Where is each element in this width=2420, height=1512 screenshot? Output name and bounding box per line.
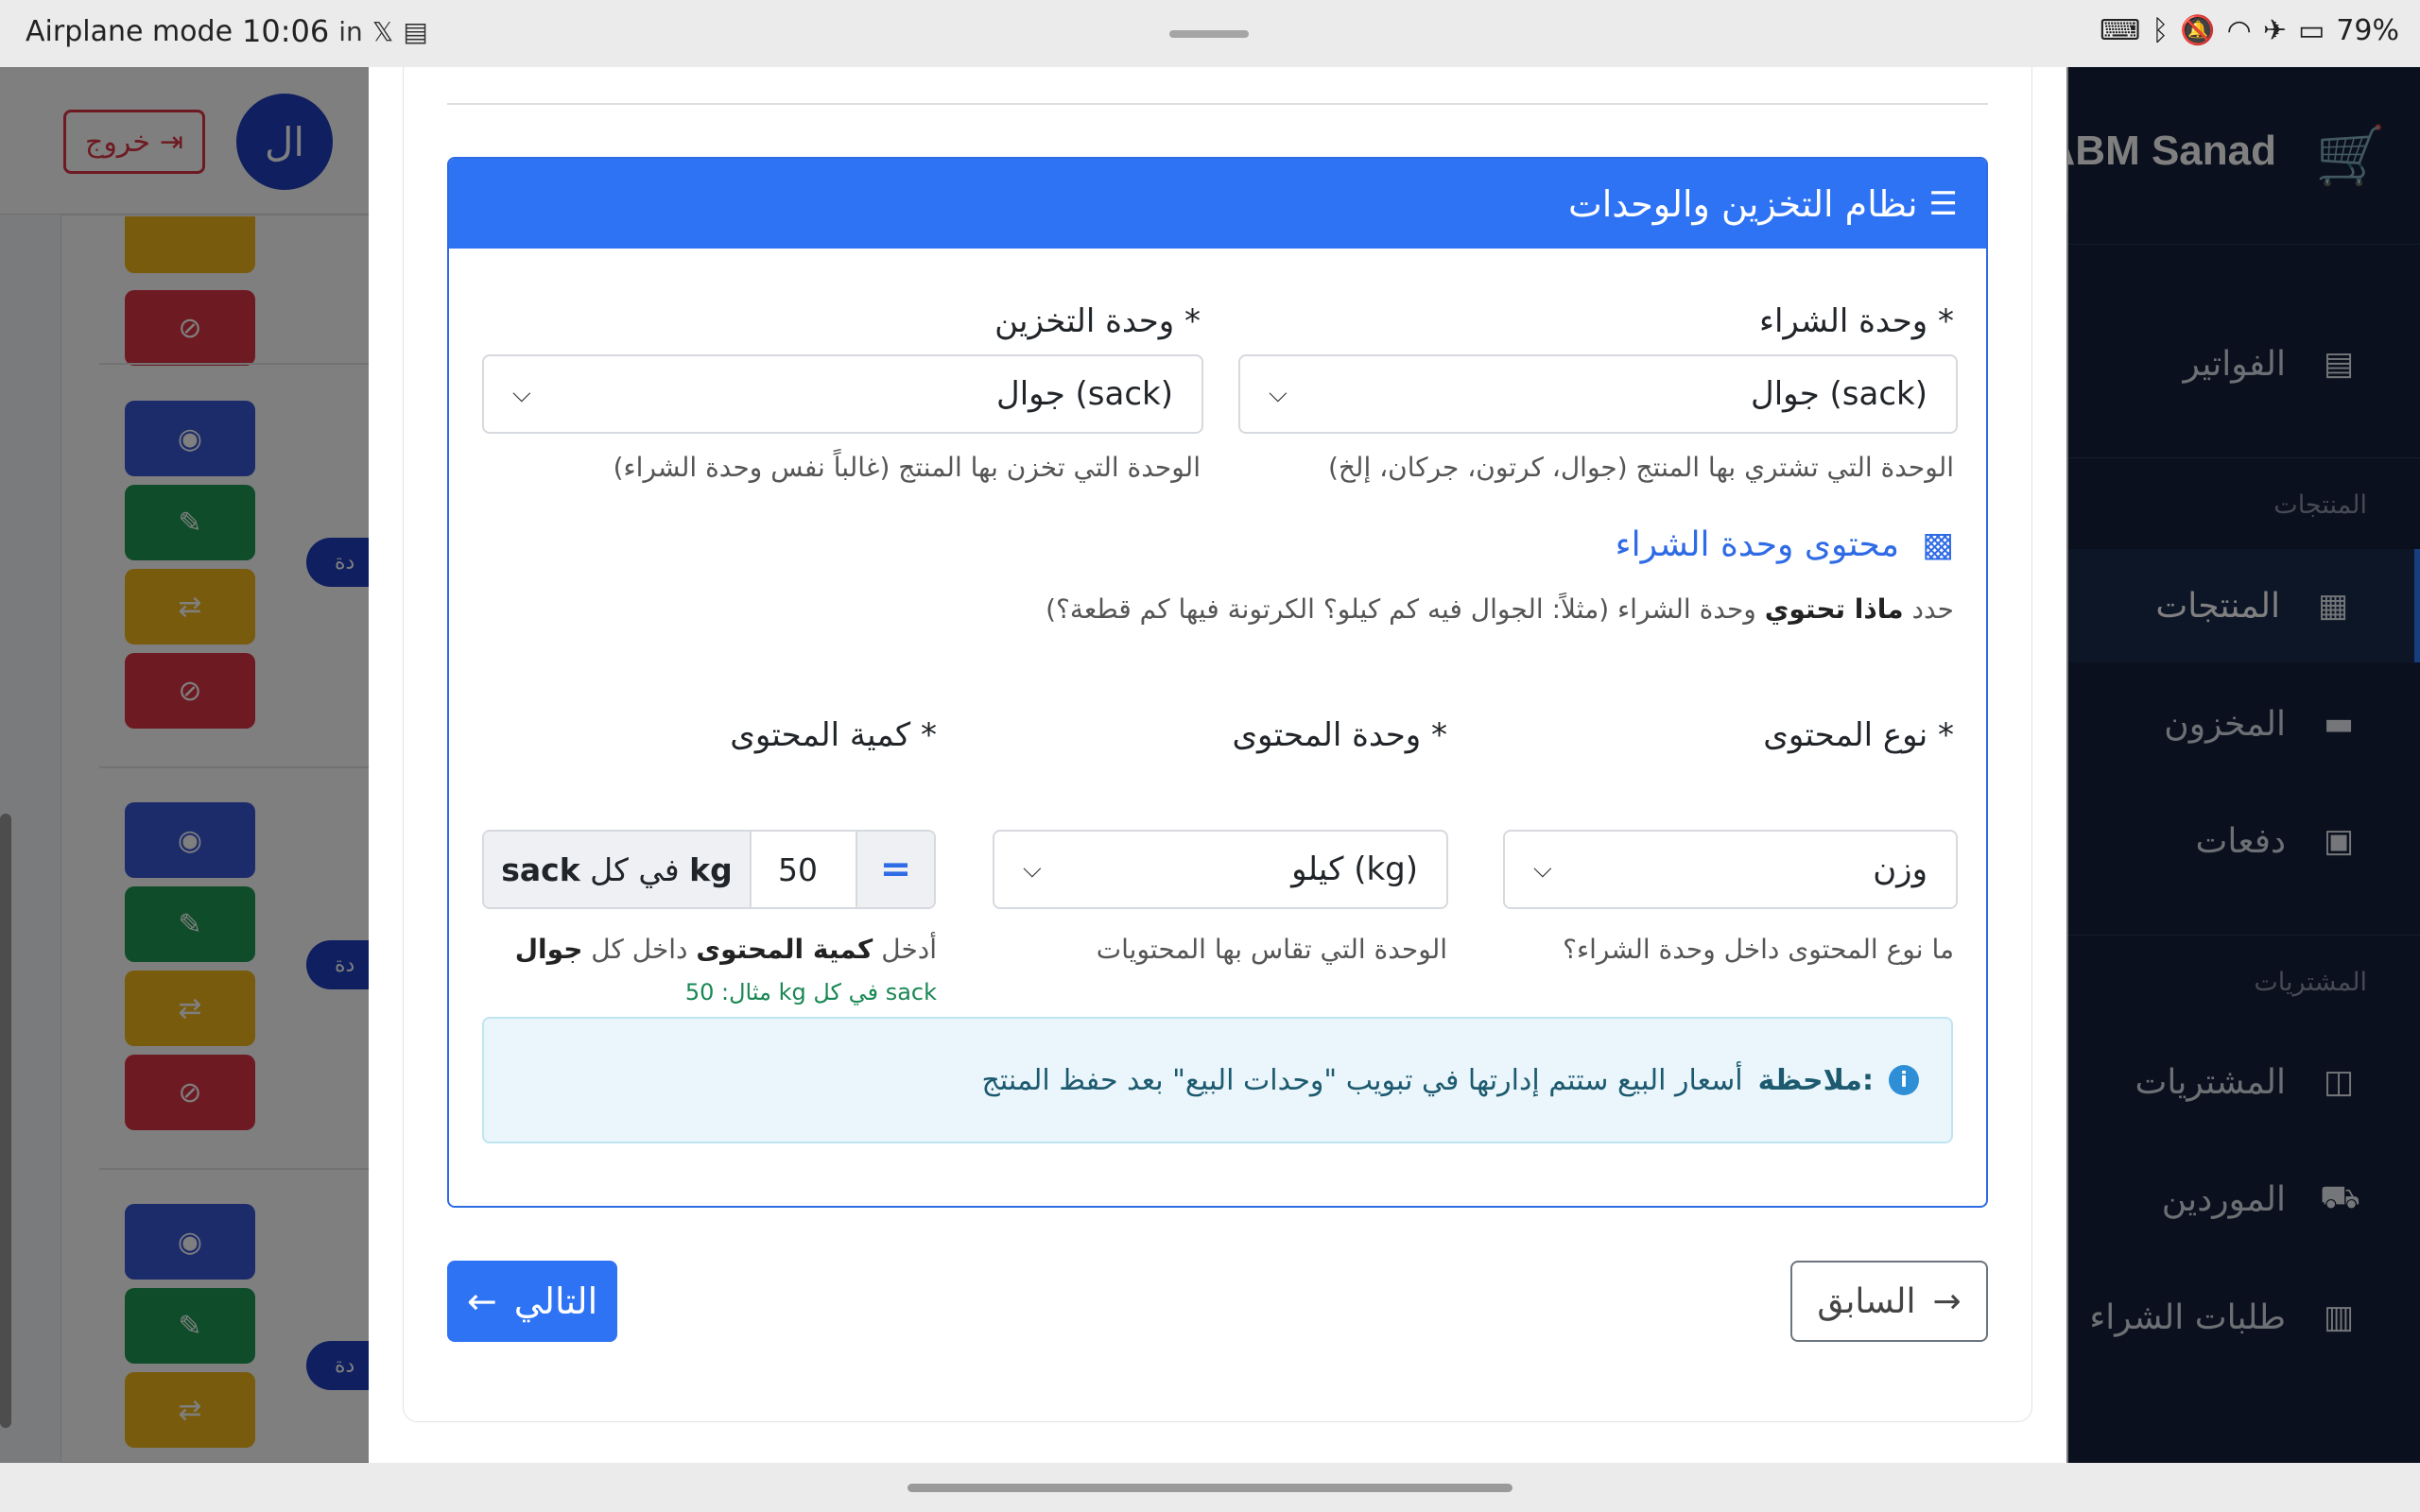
previous-button[interactable]: السابق → [1790, 1261, 1988, 1342]
storage-unit-value: جوال (sack) [995, 375, 1173, 413]
addon-mid: في كل [590, 850, 680, 888]
content-qty-label: كمية المحتوى * [730, 716, 937, 754]
battery-percent: 79% [2336, 14, 2399, 47]
storage-card-title: نظام التخزين والوحدات [1568, 182, 1918, 225]
content-unit-select[interactable]: ⌵ كيلو (kg) [993, 830, 1448, 909]
chevron-down-icon: ⌵ [1269, 379, 1288, 408]
next-label: التالي [513, 1280, 598, 1322]
status-right: ⌨ ᛒ 🔕 ◠ ✈ ▭ 79% [2100, 14, 2399, 47]
battery-icon: ▭ [2297, 14, 2325, 47]
content-qty-input[interactable] [752, 832, 856, 907]
prev-label: السابق [1817, 1281, 1916, 1321]
addon-pack: sack [501, 850, 580, 888]
app-window: خروج ⇥ ال ⊘ ◉ ✎ ⇄ ⊘ دة ◉ ✎ ⇄ ⊘ دة ◉ ✎ ⇄ … [0, 67, 2420, 1463]
section-divider [447, 103, 1988, 105]
addon-unit: kg [689, 850, 733, 888]
desc-bold: ماذا تحتوي [1764, 593, 1904, 625]
info-icon: i [1889, 1065, 1919, 1095]
content-section-title: محتوى وحدة الشراء ▩ [1616, 525, 1954, 564]
arrow-left-icon: ← [466, 1280, 497, 1322]
status-bar: Airplane mode 10:06 in 𝕏 ▤ ⌨ ᛒ 🔕 ◠ ✈ ▭ 7… [0, 0, 2420, 67]
box-open-icon: ▩ [1921, 525, 1954, 564]
airplane-icon: ✈ [2262, 14, 2287, 47]
airplane-mode-text: Airplane mode [26, 14, 233, 48]
purchase-unit-select[interactable]: ⌵ جوال (sack) [1238, 354, 1958, 434]
content-type-value: وزن [1873, 850, 1927, 888]
content-section-desc: حدد ماذا تحتوي وحدة الشراء (مثلاً: الجوا… [1046, 593, 1954, 625]
clock: 10:06 [242, 13, 330, 49]
storage-card-header: نظام التخزين والوحدات ☰ [449, 159, 1986, 249]
status-left: Airplane mode 10:06 in 𝕏 ▤ [26, 13, 428, 49]
content-type-help: ما نوع المحتوى داخل وحدة الشراء؟ [1563, 934, 1954, 965]
chevron-down-icon: ⌵ [1533, 854, 1552, 884]
qty-unit-addon: sack في كل kg [484, 832, 752, 907]
keyboard-icon: ⌨ [2099, 14, 2141, 47]
content-qty-help: أدخل كمية المحتوى داخل كل جوال [515, 934, 937, 965]
chevron-down-icon: ⌵ [1023, 854, 1042, 884]
storage-unit-label: وحدة التخزين * [994, 302, 1201, 340]
content-unit-value: كيلو (kg) [1291, 850, 1418, 888]
help-bold: جوال [514, 934, 583, 965]
desc-text: وحدة الشراء (مثلاً: الجوال فيه كم كيلو؟ … [1046, 593, 1756, 625]
storage-units-card: نظام التخزين والوحدات ☰ وحدة الشراء * ⌵ … [447, 157, 1988, 1208]
purchase-unit-value: جوال (sack) [1750, 375, 1927, 413]
note-bold: ملاحظة: [1757, 1063, 1874, 1097]
content-type-label: نوع المحتوى * [1763, 716, 1954, 754]
note-alert: أسعار البيع ستتم إدارتها في تبويب "وحدات… [482, 1017, 1953, 1143]
database-icon: ☰ [1928, 184, 1958, 223]
help-bold: كمية المحتوى [696, 934, 873, 965]
wifi-icon: ◠ [2226, 14, 2252, 47]
chevron-down-icon: ⌵ [512, 379, 531, 408]
note-text: أسعار البيع ستتم إدارتها في تبويب "وحدات… [981, 1063, 1743, 1097]
storage-unit-help: الوحدة التي تخزن بها المنتج (غالباً نفس … [613, 452, 1201, 483]
content-type-select[interactable]: ⌵ وزن [1503, 830, 1958, 909]
mute-icon: 🔕 [2180, 14, 2216, 47]
arrow-right-icon: → [1932, 1281, 1962, 1321]
help-text: داخل كل [591, 934, 688, 965]
content-unit-help: الوحدة التي تقاس بها المحتويات [1096, 934, 1447, 965]
linkedin-icon: in [338, 15, 363, 47]
equals-icon: = [856, 832, 934, 907]
content-qty-group: sack في كل kg = [482, 830, 936, 909]
bluetooth-battery-icon: ᛒ [2152, 14, 2169, 47]
content-unit-label: وحدة المحتوى * [1232, 716, 1447, 754]
purchase-unit-label: وحدة الشراء * [1758, 302, 1954, 340]
x-icon: 𝕏 [372, 15, 394, 47]
next-button[interactable]: ← التالي [447, 1261, 617, 1342]
multiwindow-handle[interactable] [1169, 30, 1249, 38]
pdf-icon: ▤ [403, 15, 428, 47]
home-indicator[interactable] [908, 1484, 1512, 1492]
content-qty-example: مثال: 50 kg في كل sack [684, 979, 937, 1005]
product-wizard-modal: نظام التخزين والوحدات ☰ وحدة الشراء * ⌵ … [369, 67, 2066, 1463]
storage-unit-select[interactable]: ⌵ جوال (sack) [482, 354, 1203, 434]
desc-text: حدد [1911, 593, 1954, 625]
gesture-bar [0, 1463, 2420, 1512]
content-section-title-text: محتوى وحدة الشراء [1615, 525, 1899, 564]
help-text: أدخل [881, 934, 937, 965]
purchase-unit-help: الوحدة التي تشتري بها المنتج (جوال، كرتو… [1327, 452, 1954, 483]
